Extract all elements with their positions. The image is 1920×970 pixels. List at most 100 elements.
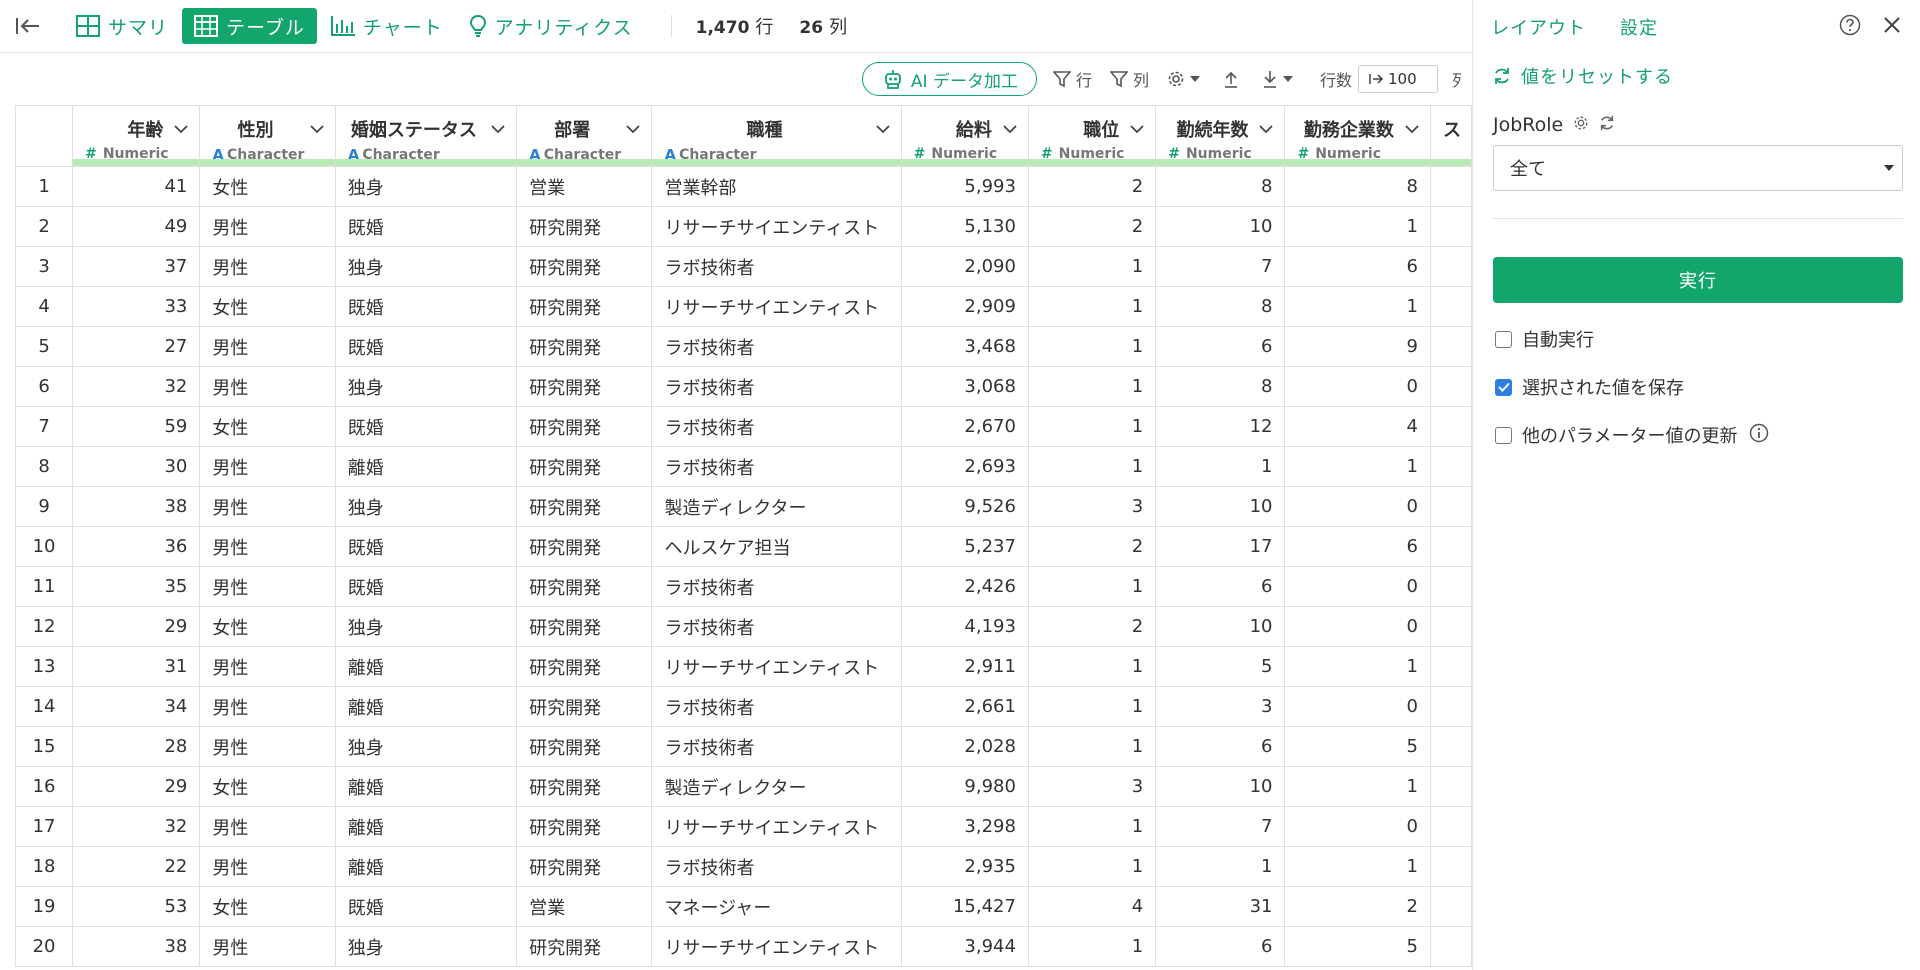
table-cell[interactable]: 7 xyxy=(1155,806,1286,847)
truncated-toolbar-item[interactable]: 列 xyxy=(1452,67,1462,91)
table-cell[interactable]: 女性 xyxy=(199,766,336,807)
table-cell[interactable]: 8 xyxy=(1284,166,1431,207)
table-cell[interactable]: 2 xyxy=(1027,606,1157,647)
table-row[interactable]: 14 34 男性 離婚 研究開発 ラボ技術者 2,661 1 3 0 xyxy=(15,686,1472,727)
panel-tab-layout[interactable]: レイアウト xyxy=(1491,14,1586,40)
table-cell-truncated[interactable] xyxy=(1429,446,1472,487)
auto-run-checkbox-row[interactable]: 自動実行 xyxy=(1495,326,1594,352)
table-cell[interactable]: 5 xyxy=(1155,646,1286,687)
table-cell[interactable]: ラボ技術者 xyxy=(651,846,902,887)
table-cell[interactable]: 女性 xyxy=(199,606,336,647)
tab-chart[interactable]: チャート xyxy=(319,8,455,44)
chevron-down-icon[interactable] xyxy=(625,124,641,134)
table-cell[interactable]: ラボ技術者 xyxy=(651,406,902,447)
close-icon[interactable] xyxy=(1883,16,1901,38)
table-cell[interactable]: 37 xyxy=(72,246,201,287)
table-cell[interactable]: 男性 xyxy=(199,366,336,407)
table-cell[interactable]: 1 xyxy=(1284,766,1431,807)
jobrole-select[interactable]: 全て xyxy=(1493,145,1903,191)
table-cell[interactable]: 研究開発 xyxy=(516,526,653,567)
table-cell[interactable]: 5 xyxy=(1284,926,1431,967)
column-header[interactable]: 婚姻ステータス A Character xyxy=(334,105,518,167)
table-row[interactable]: 15 28 男性 独身 研究開発 ラボ技術者 2,028 1 6 5 xyxy=(15,726,1472,767)
collapse-back-button[interactable] xyxy=(14,12,42,40)
table-cell[interactable]: 10 xyxy=(1155,606,1286,647)
table-cell[interactable]: 2,426 xyxy=(900,566,1029,607)
table-cell[interactable]: マネージャー xyxy=(651,886,902,927)
column-header[interactable]: 給料 # Numeric xyxy=(900,105,1029,167)
table-cell[interactable]: 10 xyxy=(1155,766,1286,807)
table-cell[interactable]: 男性 xyxy=(199,446,336,487)
gear-icon[interactable] xyxy=(1573,114,1589,136)
table-cell[interactable]: 4,193 xyxy=(900,606,1029,647)
table-row[interactable]: 17 32 男性 離婚 研究開発 リサーチサイエンティスト 3,298 1 7 0 xyxy=(15,806,1472,847)
table-cell[interactable]: ラボ技術者 xyxy=(651,606,902,647)
chevron-down-icon[interactable] xyxy=(1258,124,1274,134)
table-cell[interactable]: リサーチサイエンティスト xyxy=(651,806,902,847)
table-cell[interactable]: リサーチサイエンティスト xyxy=(651,286,902,327)
table-cell[interactable]: 8 xyxy=(1155,286,1286,327)
table-cell[interactable]: 営業 xyxy=(516,886,653,927)
table-cell[interactable]: 独身 xyxy=(334,726,518,767)
upload-button[interactable] xyxy=(1223,70,1244,88)
table-cell[interactable]: 1 xyxy=(1155,446,1286,487)
row-filter-button[interactable]: 行 xyxy=(1052,67,1092,91)
table-row[interactable]: 13 31 男性 離婚 研究開発 リサーチサイエンティスト 2,911 1 5 1 xyxy=(15,646,1472,687)
table-cell[interactable]: 2,693 xyxy=(900,446,1029,487)
table-row[interactable]: 6 32 男性 独身 研究開発 ラボ技術者 3,068 1 8 0 xyxy=(15,366,1472,407)
table-cell[interactable]: 3,468 xyxy=(900,326,1029,367)
table-cell[interactable]: 離婚 xyxy=(334,446,518,487)
table-cell[interactable]: 既婚 xyxy=(334,526,518,567)
table-row[interactable]: 4 33 女性 既婚 研究開発 リサーチサイエンティスト 2,909 1 8 1 xyxy=(15,286,1472,327)
update-params-checkbox[interactable] xyxy=(1495,426,1512,444)
table-cell[interactable]: 59 xyxy=(72,406,201,447)
reset-values-link[interactable]: 値をリセットする xyxy=(1493,63,1673,89)
tab-table[interactable]: テーブル xyxy=(182,8,317,44)
table-cell[interactable]: 2,911 xyxy=(900,646,1029,687)
table-cell[interactable]: 研究開発 xyxy=(516,246,653,287)
table-cell[interactable]: 0 xyxy=(1284,566,1431,607)
table-cell[interactable]: 離婚 xyxy=(334,646,518,687)
table-cell[interactable]: 研究開発 xyxy=(516,846,653,887)
table-cell-truncated[interactable] xyxy=(1429,726,1472,767)
table-row[interactable]: 11 35 男性 既婚 研究開発 ラボ技術者 2,426 1 6 0 xyxy=(15,566,1472,607)
table-cell[interactable]: 3 xyxy=(1155,686,1286,727)
table-cell[interactable]: 1 xyxy=(1284,206,1431,247)
table-cell-truncated[interactable] xyxy=(1429,486,1472,527)
table-cell[interactable]: ラボ技術者 xyxy=(651,366,902,407)
table-cell[interactable]: 男性 xyxy=(199,926,336,967)
settings-dropdown-button[interactable] xyxy=(1167,70,1205,88)
table-cell[interactable]: 製造ディレクター xyxy=(651,486,902,527)
table-cell[interactable]: 独身 xyxy=(334,166,518,207)
table-cell[interactable]: 離婚 xyxy=(334,846,518,887)
table-cell-truncated[interactable] xyxy=(1429,926,1472,967)
table-cell[interactable]: 34 xyxy=(72,686,201,727)
table-cell[interactable]: リサーチサイエンティスト xyxy=(651,646,902,687)
table-cell[interactable]: 研究開発 xyxy=(516,766,653,807)
table-cell[interactable]: 2 xyxy=(1027,526,1157,567)
table-cell[interactable]: 2,935 xyxy=(900,846,1029,887)
table-cell[interactable]: 38 xyxy=(72,926,201,967)
table-cell[interactable]: 男性 xyxy=(199,646,336,687)
table-cell-truncated[interactable] xyxy=(1429,206,1472,247)
table-cell[interactable]: 研究開発 xyxy=(516,726,653,767)
chevron-down-icon[interactable] xyxy=(490,124,506,134)
column-header[interactable]: 年齢 # Numeric xyxy=(72,105,201,167)
table-cell[interactable]: 研究開発 xyxy=(516,206,653,247)
table-cell[interactable]: 研究開発 xyxy=(516,686,653,727)
table-cell[interactable]: 既婚 xyxy=(334,286,518,327)
table-cell[interactable]: 31 xyxy=(72,646,201,687)
table-cell[interactable]: 1 xyxy=(1284,286,1431,327)
table-cell[interactable]: 研究開発 xyxy=(516,566,653,607)
table-cell[interactable]: ラボ技術者 xyxy=(651,246,902,287)
table-cell[interactable]: 5,993 xyxy=(900,166,1029,207)
table-cell[interactable]: 17 xyxy=(1155,526,1286,567)
table-cell[interactable]: 男性 xyxy=(199,846,336,887)
download-dropdown-button[interactable] xyxy=(1262,70,1298,88)
table-cell[interactable]: 32 xyxy=(72,806,201,847)
chevron-down-icon[interactable] xyxy=(875,124,891,134)
chevron-down-icon[interactable] xyxy=(1404,124,1420,134)
table-cell[interactable]: 27 xyxy=(72,326,201,367)
column-header[interactable]: ス xyxy=(1429,105,1472,167)
table-cell[interactable]: 6 xyxy=(1155,926,1286,967)
